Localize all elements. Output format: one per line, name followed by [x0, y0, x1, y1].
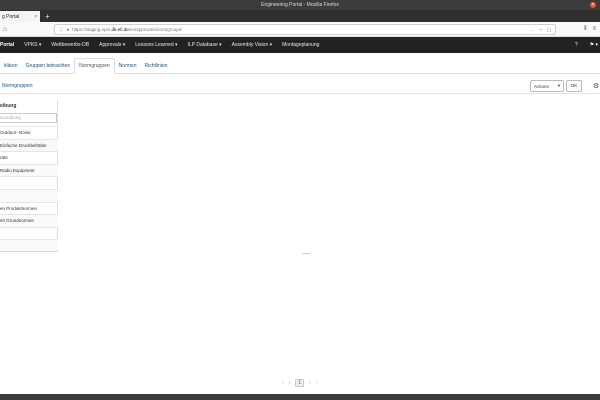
- gear-icon[interactable]: ⚙: [593, 82, 599, 90]
- nav-assembly-vision[interactable]: Assembly Vision ▾: [232, 42, 273, 48]
- prev-page-icon[interactable]: ‹: [289, 380, 291, 386]
- tab-klaeren[interactable]: klären: [0, 58, 22, 73]
- page-actions-icon[interactable]: …: [530, 27, 535, 33]
- hamburger-menu-icon[interactable]: ≡: [592, 26, 596, 33]
- nav-lessons-learned[interactable]: Lessons Learned ▾: [135, 42, 177, 48]
- window-title: Engineering Portal - Mozilla Firefox: [261, 2, 339, 8]
- lock-icon: ●: [66, 27, 70, 32]
- nav-montageplanung[interactable]: Montageplanung: [282, 42, 319, 48]
- window-close-icon[interactable]: ×: [590, 2, 596, 8]
- sub-tabs: klären Gruppen betrachten Normgruppen No…: [0, 57, 600, 74]
- first-page-icon[interactable]: ‹: [282, 380, 284, 386]
- breadcrumb[interactable]: Normgruppen: [2, 83, 33, 89]
- table-row[interactable]: [0, 189, 58, 202]
- breadcrumb-row: Normgruppen Actions ▾ OK ⚙: [0, 79, 600, 94]
- page-current[interactable]: 1: [295, 379, 305, 387]
- tab-normen[interactable]: Normen: [115, 58, 141, 73]
- last-page-icon[interactable]: ›: [316, 380, 318, 386]
- browser-navbar: ⌂ ⓘ ● https://staging.epm. dk-efi.de/en/a…: [0, 22, 600, 37]
- next-page-icon[interactable]: ›: [309, 380, 311, 386]
- chevron-down-icon: ▾: [557, 83, 560, 88]
- table-bottom-border: [0, 251, 58, 252]
- browser-tab[interactable]: g Portal ×: [0, 11, 40, 22]
- language-flag-icon[interactable]: ⚑ ▾: [590, 42, 598, 48]
- nav-wettbewerbs-db[interactable]: Wettbewerbs-DB: [51, 42, 89, 48]
- nav-ilp-database[interactable]: ILP Database ▾: [188, 42, 222, 48]
- app-brand[interactable]: Portal: [0, 42, 14, 48]
- actions-select[interactable]: Actions ▾: [530, 80, 564, 92]
- ok-button[interactable]: OK: [566, 80, 582, 92]
- bottom-bar: [0, 394, 600, 400]
- nav-vpks[interactable]: VPKS ▾: [24, 42, 41, 48]
- nav-approvals[interactable]: Approvals ▾: [99, 42, 125, 48]
- table-row[interactable]: [0, 226, 58, 240]
- new-tab-icon[interactable]: +: [45, 12, 50, 21]
- home-icon[interactable]: ⌂: [3, 26, 7, 33]
- table-row[interactable]: [0, 176, 58, 189]
- tab-gruppen-betrachten[interactable]: Gruppen betrachten: [22, 58, 74, 73]
- tab-normgruppen[interactable]: Normgruppen: [74, 58, 115, 74]
- table-row[interactable]: Einfache Druckbehälter: [0, 138, 58, 152]
- url-domain: dk-efi.de: [111, 27, 129, 32]
- table-row[interactable]: Radio Equipment: [0, 163, 58, 177]
- column-header-beschreibung[interactable]: eibung: [0, 100, 57, 112]
- url-bar[interactable]: ⓘ ● https://staging.epm. dk-efi.de/en/app…: [54, 24, 556, 35]
- reader-view-icon[interactable]: ▢: [547, 27, 551, 33]
- url-prefix: https://staging.epm.: [72, 27, 112, 32]
- library-icon[interactable]: ⫴: [584, 26, 587, 33]
- app-navbar: Portal VPKS ▾ Wettbewerbs-DB Approvals ▾…: [0, 37, 600, 53]
- tab-close-icon[interactable]: ×: [34, 14, 37, 20]
- help-icon[interactable]: ?: [575, 42, 578, 48]
- tab-label: g Portal: [2, 13, 20, 20]
- table-row[interactable]: Outdoor- Noise: [0, 126, 58, 139]
- resize-handle[interactable]: [302, 253, 310, 254]
- tab-richtlinien[interactable]: Richtlinien: [140, 58, 171, 73]
- window-titlebar: Engineering Portal - Mozilla Firefox ×: [0, 0, 600, 10]
- pagination: ‹ ‹ 1 › ›: [282, 379, 317, 387]
- description-filter-input[interactable]: ichreibung: [0, 113, 57, 123]
- actions-label: Actions: [534, 83, 549, 89]
- info-icon: ⓘ: [59, 26, 64, 32]
- table-row[interactable]: räte: [0, 151, 58, 164]
- browser-tabstrip: g Portal × +: [0, 10, 600, 22]
- table-row[interactable]: en Produktnormen: [0, 201, 58, 215]
- bookmark-star-icon[interactable]: ☆: [539, 27, 543, 33]
- url-path: /en/approvals/normgroups/: [128, 27, 183, 32]
- table-row[interactable]: en Grundnormen: [0, 214, 58, 227]
